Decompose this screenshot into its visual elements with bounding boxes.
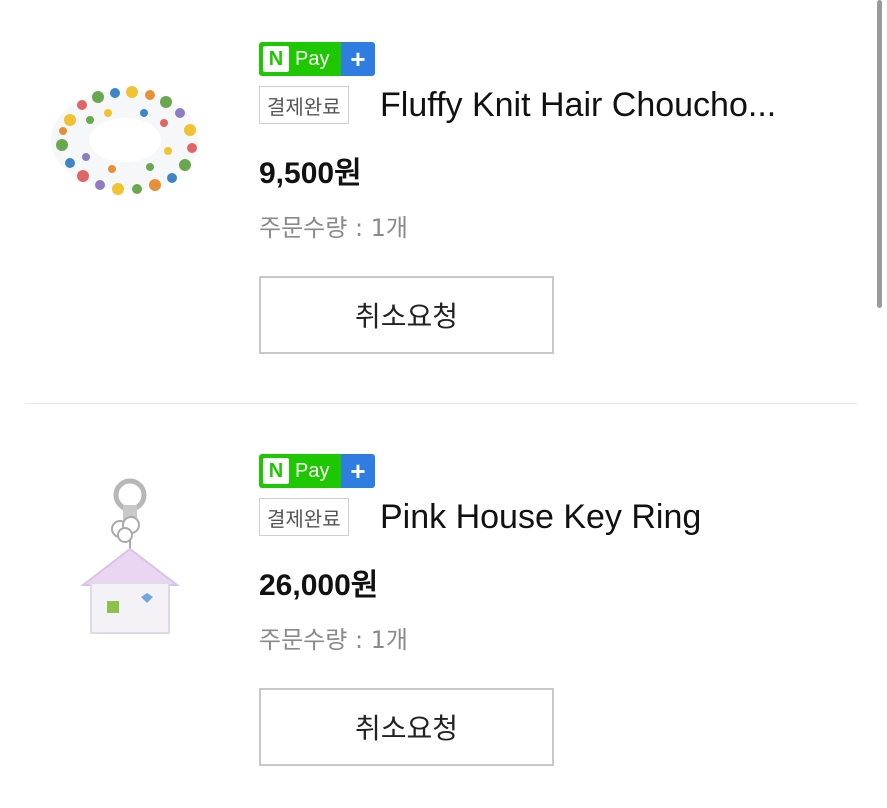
npay-plus-badge: N Pay + <box>259 42 375 76</box>
npay-plus-badge: N Pay + <box>259 454 375 488</box>
plus-icon: + <box>341 454 375 488</box>
order-quantity: 주문수량 : 1개 <box>259 214 409 242</box>
status-badge: 결제완료 <box>259 498 349 536</box>
order-item: N Pay + 결제완료 Pink House Key Ring 26,000원… <box>0 412 887 802</box>
product-image-scrunchie[interactable] <box>40 75 210 205</box>
product-image-keyring[interactable] <box>65 477 195 637</box>
npay-logo: N Pay <box>259 42 341 76</box>
cancel-request-button[interactable]: 취소요청 <box>259 276 554 354</box>
naver-n-icon: N <box>263 46 289 72</box>
divider <box>25 403 857 404</box>
npay-logo: N Pay <box>259 454 341 488</box>
cancel-request-button[interactable]: 취소요청 <box>259 688 554 766</box>
product-price: 9,500원 <box>259 157 362 190</box>
scrollbar[interactable] <box>877 0 882 308</box>
order-quantity: 주문수량 : 1개 <box>259 626 409 654</box>
product-price: 26,000원 <box>259 569 379 602</box>
beaded-scrunchie-image <box>51 86 199 195</box>
product-name[interactable]: Pink House Key Ring <box>380 494 850 540</box>
house-keyring-image <box>80 478 180 634</box>
status-badge: 결제완료 <box>259 86 349 124</box>
naver-n-icon: N <box>263 458 289 484</box>
product-name[interactable]: Fluffy Knit Hair Choucho... <box>380 82 850 128</box>
plus-icon: + <box>341 42 375 76</box>
order-item: N Pay + 결제완료 Fluffy Knit Hair Choucho...… <box>0 0 887 390</box>
npay-label: Pay <box>295 47 330 70</box>
npay-label: Pay <box>295 459 330 482</box>
